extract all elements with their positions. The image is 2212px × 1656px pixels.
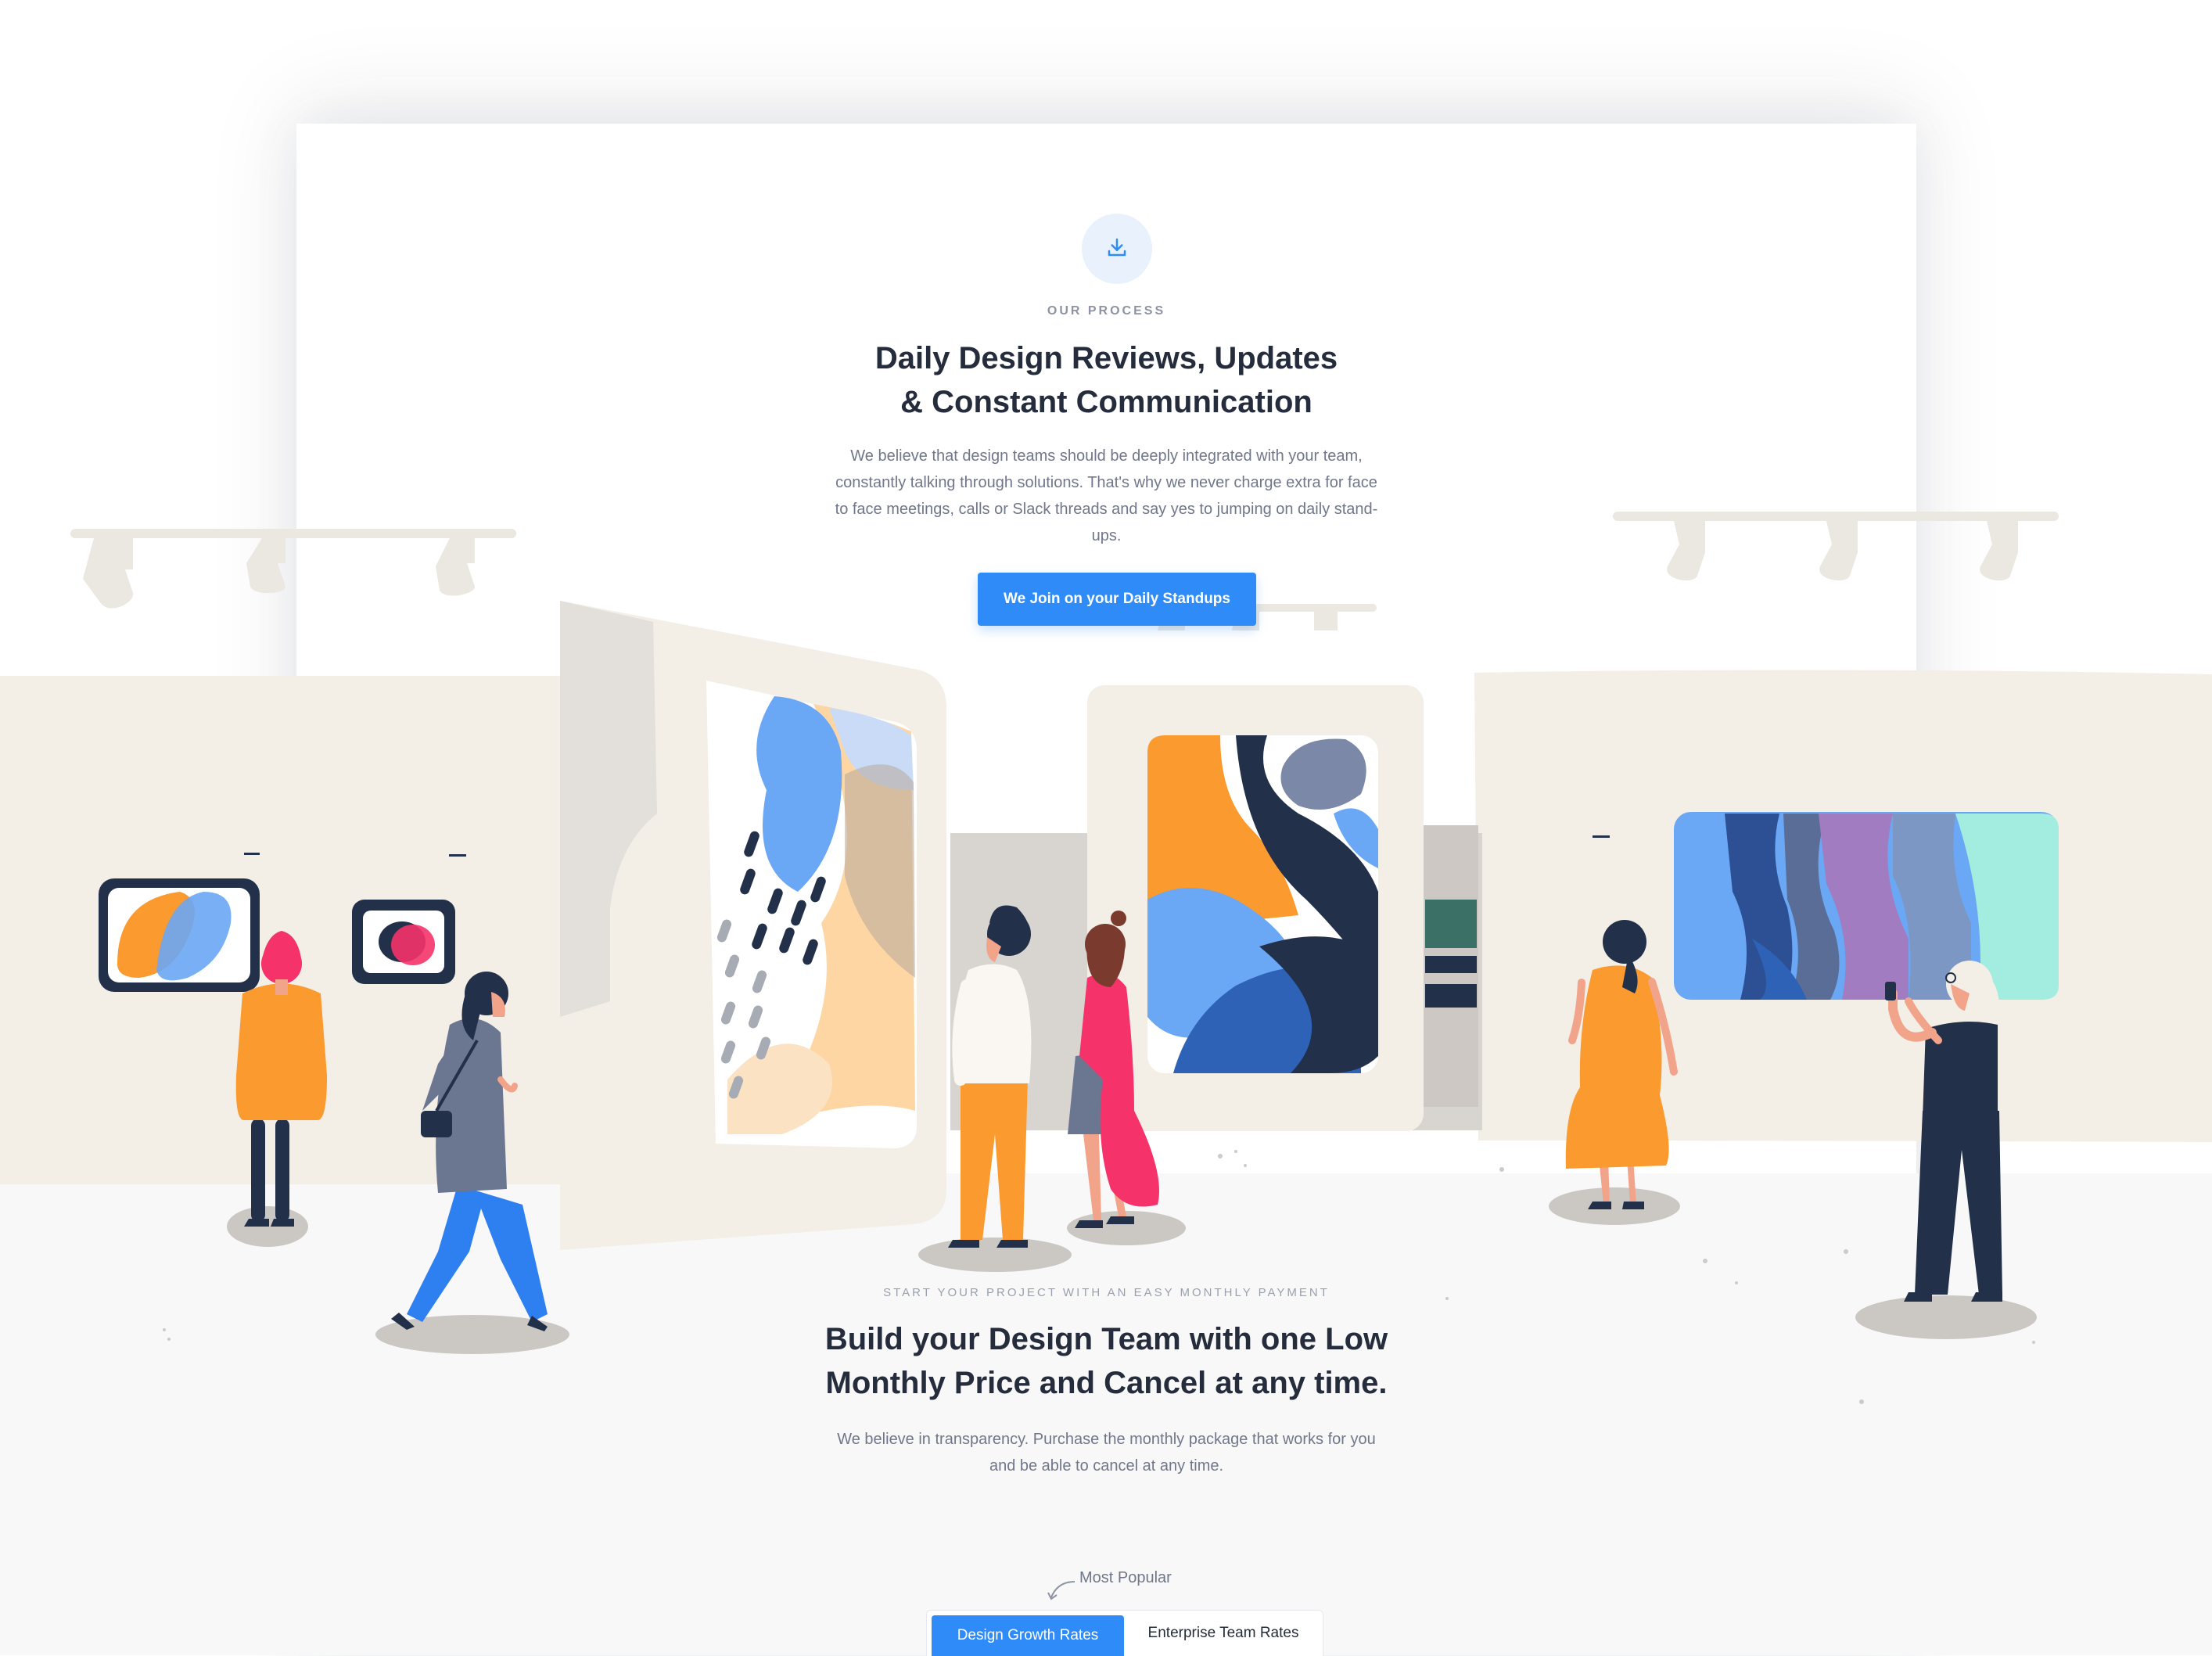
process-description-line-3: to face meetings, calls or Slack threads…	[835, 501, 1378, 518]
join-standups-button[interactable]: We Join on your Daily Standups	[978, 573, 1256, 626]
left-painting-2	[352, 900, 455, 984]
pricing-description-line-2: and be able to cancel at any time.	[989, 1457, 1224, 1475]
most-popular-label: Most Popular	[1079, 1569, 1172, 1586]
process-description-line-4: ups.	[1091, 527, 1122, 544]
process-description-line-2: constantly talking through solutions. Th…	[835, 474, 1377, 491]
process-eyebrow: OUR PROCESS	[1047, 304, 1166, 318]
tab-design-growth-rates[interactable]: Design Growth Rates	[932, 1615, 1124, 1656]
process-title: Daily Design Reviews, Updates & Constant…	[296, 336, 1916, 424]
process-title-line-1: Daily Design Reviews, Updates	[874, 341, 1338, 375]
left-painting-1	[99, 878, 260, 992]
download-icon-badge	[1082, 214, 1152, 284]
process-description: We believe that design teams should be d…	[296, 443, 1916, 549]
tab-enterprise-team-rates[interactable]: Enterprise Team Rates	[1124, 1611, 1323, 1656]
pricing-title-line-1: Build your Design Team with one Low	[824, 1322, 1388, 1356]
curved-arrow-icon	[1047, 1581, 1075, 1600]
pricing-tabs: Design Growth Rates Enterprise Team Rate…	[926, 1610, 1323, 1656]
process-description-line-1: We believe that design teams should be d…	[850, 447, 1363, 465]
pricing-title-line-2: Monthly Price and Cancel at any time.	[825, 1366, 1388, 1400]
download-icon	[1105, 235, 1129, 263]
process-title-line-2: & Constant Communication	[900, 385, 1312, 419]
right-wall-painting	[1674, 812, 2059, 1000]
pricing-eyebrow: START YOUR PROJECT WITH AN EASY MONTHLY …	[883, 1286, 1330, 1299]
pricing-title: Build your Design Team with one Low Mont…	[296, 1317, 1916, 1405]
pricing-description-line-1: We believe in transparency. Purchase the…	[837, 1431, 1376, 1448]
center-panel-artwork	[1147, 735, 1378, 1073]
pricing-description: We believe in transparency. Purchase the…	[296, 1426, 1916, 1479]
